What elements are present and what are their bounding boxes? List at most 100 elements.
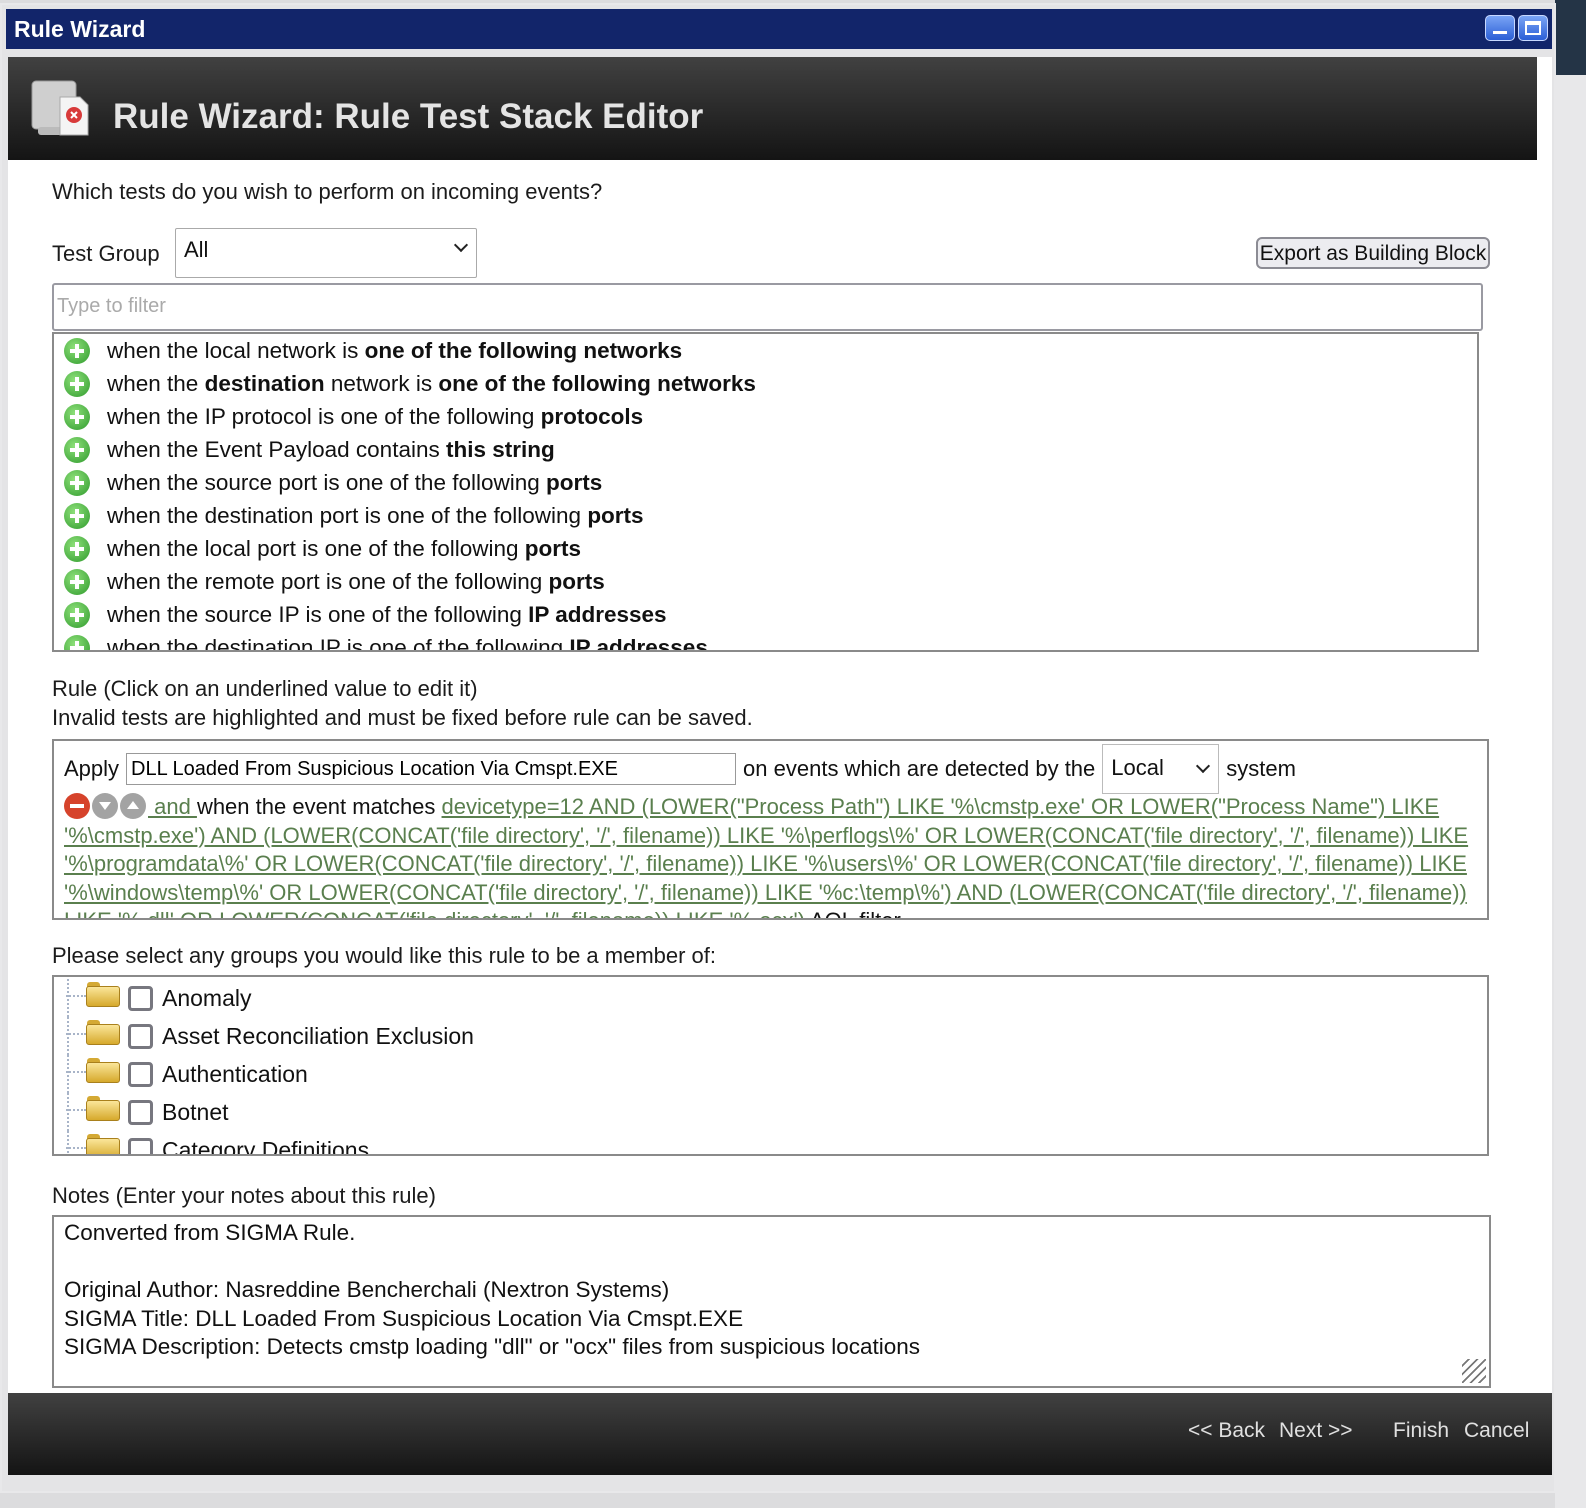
group-checkbox[interactable] [128, 1099, 153, 1125]
folder-icon [86, 1020, 120, 1045]
test-label: when the local network is one of the fol… [107, 338, 682, 364]
group-checkbox[interactable] [128, 1023, 153, 1049]
test-list-item[interactable]: when the destination port is one of the … [54, 499, 1477, 532]
group-checkbox[interactable] [128, 985, 153, 1011]
test-label-bold: ports [548, 568, 605, 594]
test-label-bold: destination [204, 370, 325, 396]
system-text: system [1226, 756, 1296, 781]
finish-button[interactable]: Finish [1393, 1419, 1449, 1443]
test-label-text: network is [324, 370, 439, 396]
test-label-bold: ports [524, 535, 582, 561]
test-list-item[interactable]: when the destination network is one of t… [54, 367, 1477, 400]
tree-connector [66, 1147, 86, 1149]
group-label: Category Definitions [162, 1136, 370, 1156]
folder-icon [86, 1058, 120, 1083]
add-test-icon[interactable] [64, 403, 90, 430]
tree-line [67, 979, 69, 1017]
notes-textarea[interactable]: Converted from SIGMA Rule. Original Auth… [52, 1215, 1491, 1388]
add-test-icon[interactable] [64, 469, 90, 496]
test-list-item[interactable]: when the remote port is one of the follo… [54, 565, 1477, 598]
window-title: Rule Wizard [14, 16, 146, 42]
tree-connector [66, 1109, 86, 1111]
group-item[interactable]: Botnet [54, 1093, 1487, 1131]
test-list-item[interactable]: when the source port is one of the follo… [54, 466, 1477, 499]
group-label: Botnet [162, 1098, 229, 1125]
and-operator-link[interactable]: and [148, 794, 197, 819]
group-item[interactable]: Category Definitions [54, 1131, 1487, 1156]
test-list-item[interactable]: when the source IP is one of the followi… [54, 598, 1477, 631]
test-list-item[interactable]: when the Event Payload contains this str… [54, 433, 1477, 466]
group-checkbox[interactable] [128, 1137, 153, 1154]
test-label: when the local port is one of the follow… [107, 536, 581, 562]
group-item[interactable]: Authentication [54, 1055, 1487, 1093]
rule-editor: Apply on events which are detected by th… [52, 739, 1489, 920]
test-group-label: Test Group [52, 241, 160, 266]
test-label-text: when the local port is one of the follow… [107, 535, 525, 561]
rule-heading: Rule (Click on an underlined value to ed… [52, 676, 478, 701]
folder-icon [86, 1096, 120, 1121]
system-select[interactable]: Local [1102, 744, 1220, 794]
aql-filter-text: AQL filter [805, 908, 901, 918]
cancel-button[interactable]: Cancel [1464, 1419, 1529, 1443]
add-test-icon[interactable] [64, 535, 90, 562]
rule-subheading: Invalid tests are highlighted and must b… [52, 705, 753, 730]
remove-test-icon[interactable] [64, 793, 90, 819]
add-test-icon[interactable] [64, 568, 90, 595]
move-down-icon[interactable] [92, 793, 118, 819]
test-list-item[interactable]: when the local port is one of the follow… [54, 532, 1477, 565]
maximize-button[interactable] [1518, 15, 1548, 41]
add-test-icon[interactable] [64, 502, 90, 529]
tree-connector [66, 1033, 86, 1035]
test-list-item[interactable]: when the destination IP is one of the fo… [54, 631, 1477, 651]
test-list-item[interactable]: when the local network is one of the fol… [54, 334, 1477, 367]
rule-wizard-window: Rule Wizard Rule Wizard: Rule Test Stack… [0, 3, 1556, 1493]
add-test-icon[interactable] [64, 436, 90, 463]
wizard-footer: << Back Next >> Finish Cancel [8, 1393, 1552, 1475]
test-label-bold: protocols [540, 403, 644, 429]
rule-name-input[interactable] [126, 753, 737, 785]
test-label-text: when the destination port is one of the … [107, 502, 588, 528]
test-label-text: when the [107, 370, 205, 396]
test-label-bold: ports [587, 502, 644, 528]
folder-icon [86, 982, 120, 1007]
test-list[interactable]: when the local network is one of the fol… [52, 332, 1479, 652]
tree-line [67, 1017, 69, 1055]
test-group-select[interactable]: All [175, 228, 477, 278]
test-label-bold: one of the following networks [364, 337, 683, 363]
test-label: when the remote port is one of the follo… [107, 569, 605, 595]
add-test-icon[interactable] [64, 601, 90, 628]
group-item[interactable]: Asset Reconciliation Exclusion [54, 1017, 1487, 1055]
test-label: when the Event Payload contains this str… [107, 437, 555, 463]
test-label-bold: this string [445, 436, 555, 462]
minimize-button[interactable] [1485, 15, 1515, 41]
add-test-icon[interactable] [64, 337, 90, 364]
test-label: when the IP protocol is one of the follo… [107, 404, 643, 430]
chevron-down-icon [453, 237, 469, 253]
test-label: when the destination IP is one of the fo… [107, 635, 708, 651]
add-test-icon[interactable] [64, 370, 90, 397]
test-group-value: All [184, 237, 209, 262]
test-label-text: when the remote port is one of the follo… [107, 568, 549, 594]
groups-tree[interactable]: Anomaly Asset Reconciliation Exclusion Aut… [52, 975, 1489, 1156]
title-bar: Rule Wizard [6, 9, 1552, 49]
resize-grip-icon[interactable] [1462, 1359, 1486, 1383]
test-label-bold: IP addresses [528, 601, 667, 627]
background-app [1555, 0, 1586, 1508]
test-label-text: when the source IP is one of the followi… [107, 601, 529, 627]
export-building-block-button[interactable]: Export as Building Block [1256, 237, 1490, 269]
tree-line [67, 1093, 69, 1131]
back-button[interactable]: << Back [1188, 1419, 1265, 1443]
add-test-icon[interactable] [64, 634, 90, 650]
system-value: Local [1111, 755, 1164, 780]
test-list-item[interactable]: when the IP protocol is one of the follo… [54, 400, 1477, 433]
next-button[interactable]: Next >> [1279, 1419, 1353, 1443]
group-checkbox[interactable] [128, 1061, 153, 1087]
filter-input[interactable]: Type to filter [52, 283, 1483, 331]
apply-label: Apply [64, 756, 120, 781]
rule-test: and when the event matches devicetype=12… [64, 793, 1477, 918]
folder-icon [86, 1134, 120, 1154]
matches-text: when the event matches [196, 794, 442, 819]
group-item[interactable]: Anomaly [54, 979, 1487, 1017]
test-label-bold: one of the following networks [438, 370, 756, 396]
move-up-icon[interactable] [120, 793, 146, 819]
